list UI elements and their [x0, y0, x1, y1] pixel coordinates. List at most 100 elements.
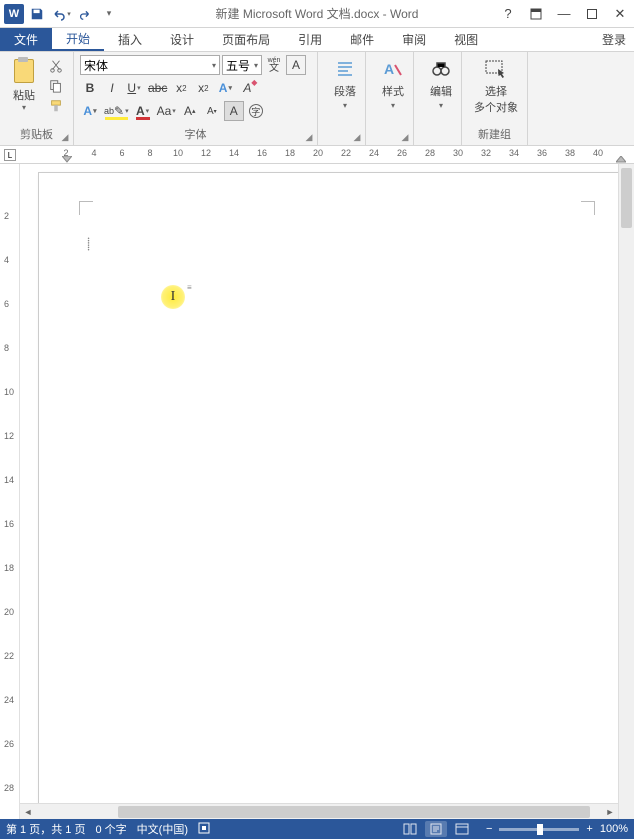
page-viewport[interactable]: ⸽ ≡ ◄ ►	[20, 164, 634, 819]
mouse-ibeam-cursor	[161, 285, 185, 309]
tab-insert[interactable]: 插入	[104, 28, 156, 51]
tab-review[interactable]: 审阅	[388, 28, 440, 51]
enclose-characters-button[interactable]: 字	[246, 101, 266, 121]
maximize-button[interactable]	[578, 2, 606, 26]
ruler-tick: 18	[285, 148, 295, 158]
zoom-in-button[interactable]: +	[583, 823, 595, 835]
help-button[interactable]: ?	[494, 2, 522, 26]
font-size-combo[interactable]: 五号▾	[222, 55, 262, 75]
minimize-button[interactable]: —	[550, 2, 578, 26]
shrink-font-button[interactable]: A▾	[202, 101, 222, 121]
clipboard-dialog-launcher[interactable]: ◢	[59, 131, 71, 143]
save-button[interactable]	[26, 3, 48, 25]
find-replace-button[interactable]: 编辑 ▾	[420, 55, 462, 110]
ribbon: 粘贴 ▾ 剪贴板 ◢ 宋体▾ 五号▾ wén文 A B I U▾	[0, 52, 634, 146]
tab-mailings[interactable]: 邮件	[336, 28, 388, 51]
font-size-value: 五号	[226, 57, 250, 74]
highlight-button[interactable]: ab✎▾	[102, 101, 131, 121]
font-color-button[interactable]: A▾	[133, 101, 153, 121]
paragraph-dialog-launcher[interactable]: ◢	[351, 131, 363, 143]
left-indent-marker[interactable]	[62, 156, 72, 164]
chevron-down-icon: ▾	[343, 101, 347, 110]
binoculars-icon	[429, 57, 453, 81]
font-name-combo[interactable]: 宋体▾	[80, 55, 220, 75]
styles-button[interactable]: A 样式 ▾	[372, 55, 414, 110]
macro-status[interactable]	[198, 822, 210, 837]
character-border-button[interactable]: A	[286, 55, 306, 75]
ruler-tick: 10	[173, 148, 183, 158]
scroll-right-button[interactable]: ►	[602, 807, 618, 817]
print-layout-button[interactable]	[425, 821, 447, 837]
grow-font-button[interactable]: A▴	[180, 101, 200, 121]
tab-design[interactable]: 设计	[156, 28, 208, 51]
bold-button[interactable]: B	[80, 78, 100, 98]
tab-view[interactable]: 视图	[440, 28, 492, 51]
ruler-tick: 26	[397, 148, 407, 158]
tab-layout[interactable]: 页面布局	[208, 28, 284, 51]
undo-button[interactable]: ▾	[50, 3, 72, 25]
copy-button[interactable]	[46, 77, 66, 95]
word-app-icon[interactable]: W	[4, 4, 24, 24]
redo-button[interactable]	[74, 3, 96, 25]
tab-references[interactable]: 引用	[284, 28, 336, 51]
horizontal-ruler[interactable]: L 246810121416182022242628303234363840	[0, 146, 634, 164]
ruler-tick: 16	[4, 519, 14, 529]
zoom-out-button[interactable]: −	[483, 823, 495, 835]
select-objects-button[interactable]: 选择 多个对象	[468, 55, 524, 115]
character-shading-button[interactable]: A	[224, 101, 244, 121]
font-color-char-shading[interactable]: A▾	[80, 101, 100, 121]
zoom-slider[interactable]	[499, 828, 579, 831]
phonetic-guide-button[interactable]: wén文	[264, 55, 284, 75]
scrollbar-thumb[interactable]	[621, 168, 632, 228]
tab-selector[interactable]: L	[4, 149, 16, 161]
superscript-button[interactable]: x2	[193, 78, 213, 98]
paragraph-button[interactable]: 段落 ▾	[324, 55, 366, 110]
text-effects-button[interactable]: A▾	[215, 78, 235, 98]
qat-customize-button[interactable]: ▾	[98, 3, 120, 25]
zoom-slider-knob[interactable]	[537, 824, 543, 835]
tab-home[interactable]: 开始	[52, 28, 104, 51]
svg-text:A: A	[384, 61, 394, 77]
ruler-tick: 20	[313, 148, 323, 158]
ruler-tick: 30	[453, 148, 463, 158]
underline-button[interactable]: U▾	[124, 78, 144, 98]
group-clipboard-label: 剪贴板	[6, 126, 67, 144]
format-painter-button[interactable]	[46, 97, 66, 115]
vertical-ruler[interactable]: 246810121416182022242628	[0, 164, 20, 819]
select-objects-icon	[484, 57, 508, 81]
close-button[interactable]: ✕	[606, 2, 634, 26]
paste-button[interactable]: 粘贴 ▾	[6, 55, 42, 126]
italic-button[interactable]: I	[102, 78, 122, 98]
subscript-button[interactable]: x2	[171, 78, 191, 98]
read-mode-button[interactable]	[399, 821, 421, 837]
right-indent-marker[interactable]	[616, 156, 626, 164]
word-count[interactable]: 0 个字	[95, 821, 126, 837]
page[interactable]: ⸽ ≡	[38, 172, 626, 819]
scroll-left-button[interactable]: ◄	[20, 807, 36, 817]
sign-in-link[interactable]: 登录	[602, 31, 626, 48]
styles-label: 样式	[382, 83, 404, 99]
chevron-down-icon: ▾	[391, 101, 395, 110]
change-case-button[interactable]: Aa▾	[155, 101, 178, 121]
horizontal-scrollbar[interactable]: ◄ ►	[20, 803, 618, 819]
tab-file[interactable]: 文件	[0, 28, 52, 51]
vertical-scrollbar[interactable]	[618, 164, 634, 819]
page-count[interactable]: 第 1 页，共 1 页	[6, 821, 85, 837]
ribbon-display-button[interactable]	[522, 2, 550, 26]
window-controls: ? — ✕	[494, 2, 634, 26]
ruler-tick: 32	[481, 148, 491, 158]
group-new: 选择 多个对象 新建组	[462, 52, 528, 145]
language-status[interactable]: 中文(中国)	[137, 821, 188, 837]
zoom-level[interactable]: 100%	[600, 823, 628, 835]
web-layout-button[interactable]	[451, 821, 473, 837]
clear-formatting-button[interactable]: A◆	[237, 78, 257, 98]
styles-dialog-launcher[interactable]: ◢	[399, 131, 411, 143]
cut-button[interactable]	[46, 57, 66, 75]
status-bar: 第 1 页，共 1 页 0 个字 中文(中国) − + 100%	[0, 819, 634, 839]
strikethrough-button[interactable]: abc	[146, 78, 169, 98]
group-font-label: 字体	[80, 126, 311, 144]
group-font: 宋体▾ 五号▾ wén文 A B I U▾ abc x2 x2 A▾ A◆ A▾…	[74, 52, 318, 145]
font-dialog-launcher[interactable]: ◢	[303, 131, 315, 143]
ruler-tick: 4	[91, 148, 96, 158]
scrollbar-thumb[interactable]	[118, 806, 590, 818]
